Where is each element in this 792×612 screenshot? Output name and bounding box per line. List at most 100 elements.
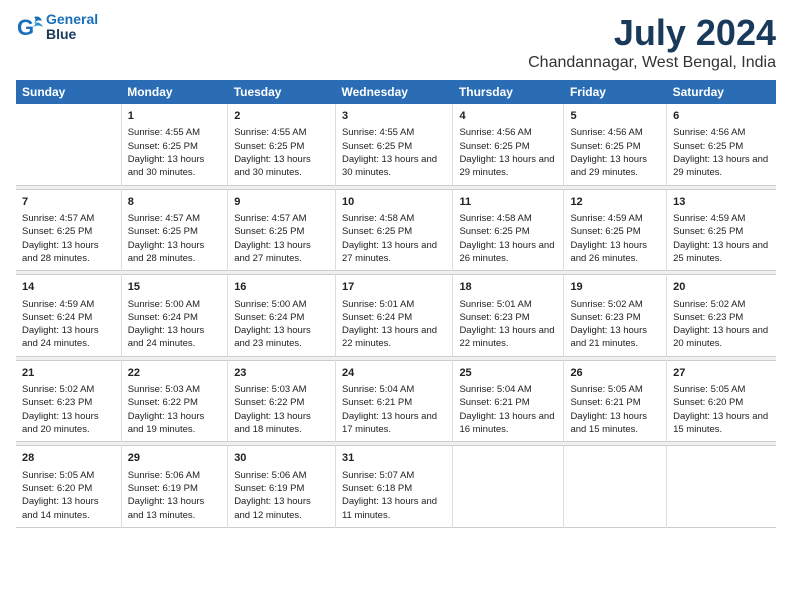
sunset: Sunset: 6:25 PM (128, 226, 198, 237)
sunrise: Sunrise: 5:04 AM (459, 384, 531, 395)
daylight: Daylight: 13 hours and 24 minutes. (22, 325, 99, 349)
daylight: Daylight: 13 hours and 19 minutes. (128, 411, 205, 435)
daylight: Daylight: 13 hours and 20 minutes. (22, 411, 99, 435)
calendar-cell: 26Sunrise: 5:05 AMSunset: 6:21 PMDayligh… (564, 360, 667, 442)
logo: G General Blue (16, 12, 98, 43)
logo-text: General Blue (46, 12, 98, 43)
col-friday: Friday (564, 80, 667, 104)
day-number: 31 (342, 451, 446, 466)
sunrise: Sunrise: 4:59 AM (22, 299, 94, 310)
daylight: Daylight: 13 hours and 30 minutes. (234, 154, 311, 178)
sunrise: Sunrise: 4:56 AM (459, 127, 531, 138)
daylight: Daylight: 13 hours and 29 minutes. (459, 154, 554, 178)
calendar-week-row: 1 Sunrise: 4:55 AM Sunset: 6:25 PM Daylight… (16, 104, 776, 185)
daylight: Daylight: 13 hours and 26 minutes. (459, 240, 554, 264)
sunrise: Sunrise: 5:05 AM (673, 384, 745, 395)
sunset: Sunset: 6:25 PM (342, 226, 412, 237)
sunset: Sunset: 6:24 PM (22, 312, 92, 323)
day-number: 25 (459, 366, 557, 381)
calendar-cell: 5Sunrise: 4:56 AMSunset: 6:25 PMDaylight… (564, 104, 667, 185)
day-number: 1 (128, 109, 221, 124)
daylight: Daylight: 13 hours and 30 minutes. (128, 154, 205, 178)
calendar-cell: 20Sunrise: 5:02 AMSunset: 6:23 PMDayligh… (667, 275, 776, 357)
calendar-cell: 22Sunrise: 5:03 AMSunset: 6:22 PMDayligh… (121, 360, 227, 442)
daylight: Daylight: 13 hours and 16 minutes. (459, 411, 554, 435)
sunrise: Sunrise: 5:05 AM (570, 384, 642, 395)
sunset: Sunset: 6:25 PM (128, 141, 198, 152)
sunrise: Sunrise: 4:55 AM (234, 127, 306, 138)
day-number: 17 (342, 280, 446, 295)
sunrise: Sunrise: 5:00 AM (234, 299, 306, 310)
calendar-cell: 3Sunrise: 4:55 AMSunset: 6:25 PMDaylight… (335, 104, 452, 185)
sunrise: Sunrise: 4:56 AM (673, 127, 745, 138)
calendar-cell: 31 Sunrise: 5:07 AM Sunset: 6:18 PM Dayligh… (335, 446, 452, 528)
calendar-week-row: 28Sunrise: 5:05 AMSunset: 6:20 PMDayligh… (16, 446, 776, 528)
daylight: Daylight: 13 hours and 14 minutes. (22, 496, 99, 520)
calendar-week-row: 21Sunrise: 5:02 AMSunset: 6:23 PMDayligh… (16, 360, 776, 442)
sunrise: Sunrise: 4:55 AM (128, 127, 200, 138)
sunset: Sunset: 6:23 PM (673, 312, 743, 323)
day-number: 12 (570, 195, 660, 210)
day-number: 21 (22, 366, 115, 381)
header-row: Sunday Monday Tuesday Wednesday Thursday… (16, 80, 776, 104)
sunset: Sunset: 6:18 PM (342, 483, 412, 494)
calendar-cell: 16Sunrise: 5:00 AMSunset: 6:24 PMDayligh… (228, 275, 336, 357)
sunrise: Sunrise: 5:06 AM (128, 470, 200, 481)
sunrise: Sunrise: 5:03 AM (234, 384, 306, 395)
day-number: 29 (128, 451, 221, 466)
day-number: 11 (459, 195, 557, 210)
sunrise: Sunrise: 5:03 AM (128, 384, 200, 395)
calendar-cell: 23Sunrise: 5:03 AMSunset: 6:22 PMDayligh… (228, 360, 336, 442)
day-number: 10 (342, 195, 446, 210)
day-number: 30 (234, 451, 329, 466)
daylight: Daylight: 13 hours and 27 minutes. (234, 240, 311, 264)
daylight: Daylight: 13 hours and 28 minutes. (128, 240, 205, 264)
calendar-cell: 25Sunrise: 5:04 AMSunset: 6:21 PMDayligh… (453, 360, 564, 442)
page: G General Blue July 2024 Chandannagar, W… (0, 0, 792, 612)
day-number: 28 (22, 451, 115, 466)
sunrise: Sunrise: 5:06 AM (234, 470, 306, 481)
day-number: 18 (459, 280, 557, 295)
calendar-cell: 2Sunrise: 4:55 AMSunset: 6:25 PMDaylight… (228, 104, 336, 185)
col-sunday: Sunday (16, 80, 121, 104)
daylight: Daylight: 13 hours and 23 minutes. (234, 325, 311, 349)
calendar-cell (564, 446, 667, 528)
calendar-cell: 6Sunrise: 4:56 AMSunset: 6:25 PMDaylight… (667, 104, 776, 185)
calendar-cell: 29Sunrise: 5:06 AMSunset: 6:19 PMDayligh… (121, 446, 227, 528)
daylight: Daylight: 13 hours and 11 minutes. (342, 496, 437, 520)
sunset: Sunset: 6:24 PM (128, 312, 198, 323)
calendar-cell (16, 104, 121, 185)
sunset: Sunset: 6:22 PM (128, 397, 198, 408)
sunset: Sunset: 6:23 PM (570, 312, 640, 323)
sunset: Sunset: 6:20 PM (673, 397, 743, 408)
sunrise: Sunrise: 5:04 AM (342, 384, 414, 395)
title-block: July 2024 Chandannagar, West Bengal, Ind… (528, 12, 776, 72)
sunrise: Sunrise: 4:59 AM (570, 213, 642, 224)
calendar-cell: 7Sunrise: 4:57 AMSunset: 6:25 PMDaylight… (16, 189, 121, 271)
day-number: 2 (234, 109, 329, 124)
daylight: Daylight: 13 hours and 24 minutes. (128, 325, 205, 349)
sunset: Sunset: 6:25 PM (673, 141, 743, 152)
sunrise: Sunrise: 4:59 AM (673, 213, 745, 224)
day-number: 20 (673, 280, 770, 295)
sunrise: Sunrise: 5:02 AM (570, 299, 642, 310)
daylight: Daylight: 13 hours and 30 minutes. (342, 154, 437, 178)
day-number: 5 (570, 109, 660, 124)
sunrise: Sunrise: 4:55 AM (342, 127, 414, 138)
daylight: Daylight: 13 hours and 13 minutes. (128, 496, 205, 520)
sunrise: Sunrise: 5:07 AM (342, 470, 414, 481)
calendar-cell: 15Sunrise: 5:00 AMSunset: 6:24 PMDayligh… (121, 275, 227, 357)
main-title: July 2024 (528, 12, 776, 54)
calendar-cell: 13Sunrise: 4:59 AMSunset: 6:25 PMDayligh… (667, 189, 776, 271)
sunrise: Sunrise: 5:05 AM (22, 470, 94, 481)
daylight: Daylight: 13 hours and 17 minutes. (342, 411, 437, 435)
calendar-cell: 30Sunrise: 5:06 AMSunset: 6:19 PMDayligh… (228, 446, 336, 528)
sunrise: Sunrise: 4:56 AM (570, 127, 642, 138)
sunset: Sunset: 6:21 PM (342, 397, 412, 408)
calendar-cell: 12Sunrise: 4:59 AMSunset: 6:25 PMDayligh… (564, 189, 667, 271)
svg-text:G: G (17, 15, 34, 40)
day-number: 4 (459, 109, 557, 124)
daylight: Daylight: 13 hours and 21 minutes. (570, 325, 647, 349)
calendar-cell: 17Sunrise: 5:01 AMSunset: 6:24 PMDayligh… (335, 275, 452, 357)
calendar-cell: 21Sunrise: 5:02 AMSunset: 6:23 PMDayligh… (16, 360, 121, 442)
